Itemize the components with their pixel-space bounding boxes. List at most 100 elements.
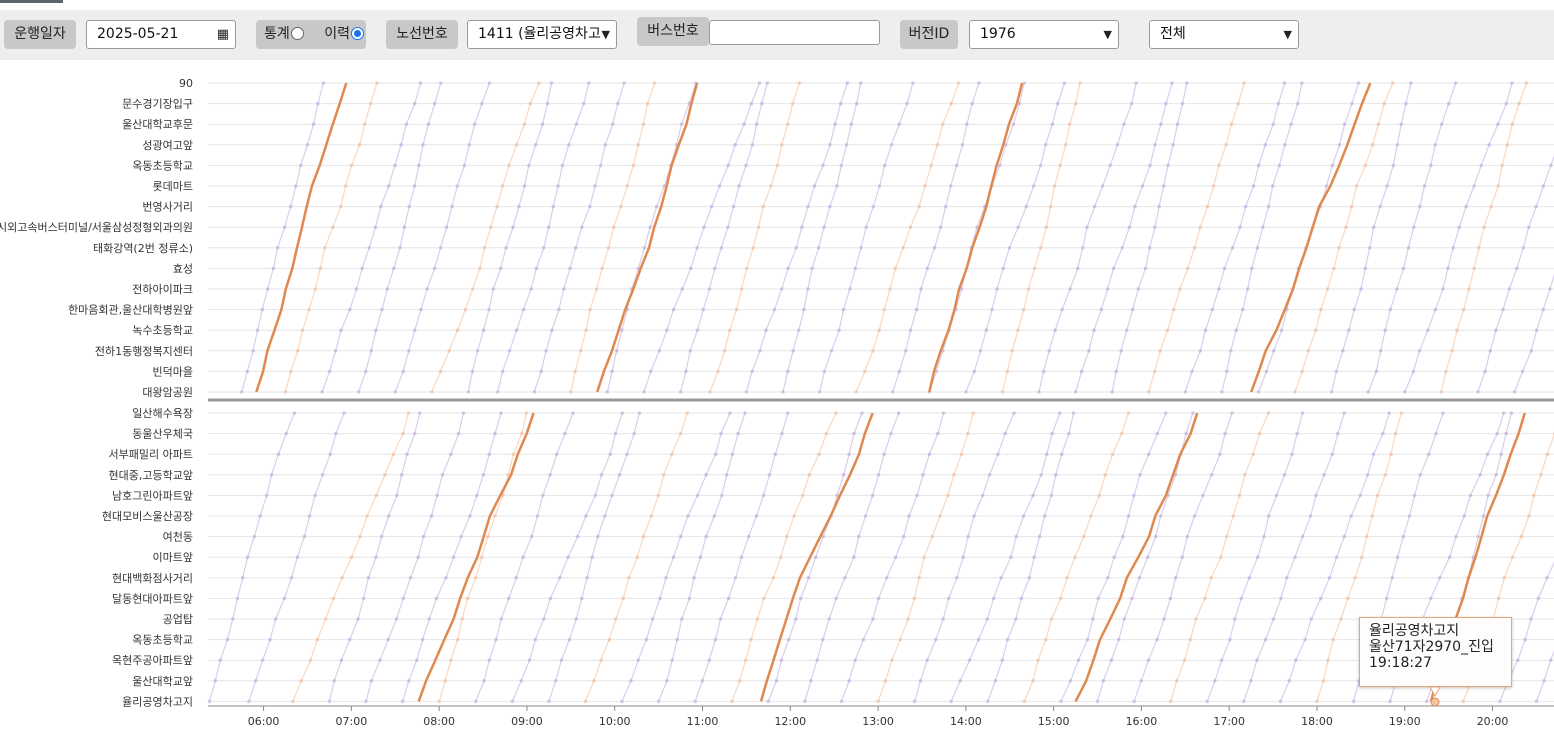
background-trip-line-point (780, 431, 784, 436)
background-trip-line-point (733, 576, 738, 580)
background-trip-line-point (754, 122, 759, 126)
background-trip-line-point (1081, 534, 1086, 539)
background-trip-line-point (1370, 514, 1375, 518)
background-trip-line-point (1529, 617, 1533, 621)
background-trip-line-point (1137, 576, 1142, 580)
background-trip-line-point (758, 349, 762, 353)
background-trip-line-point (1032, 555, 1036, 559)
background-trip-line-point (1476, 390, 1480, 394)
background-trip-line-point (603, 143, 608, 147)
mode-history-radio[interactable] (350, 26, 364, 40)
background-trip-line-point (1009, 555, 1013, 559)
background-trip-line-point (1371, 452, 1376, 457)
background-trip-line-point (481, 473, 486, 477)
background-trip-line-point (1519, 534, 1524, 539)
background-trip-line-point (806, 576, 811, 580)
background-trip-line-point (562, 287, 566, 291)
background-trip-line-point (1434, 431, 1438, 436)
stop-label: 시외고속버스터미널/서울삼성정형외과의원 (0, 221, 193, 234)
background-trip-line-point (1509, 411, 1514, 415)
background-trip-line-point (1382, 101, 1386, 106)
mode-stats-radio[interactable] (290, 26, 304, 40)
background-trip-line-point (1085, 225, 1089, 229)
date-input[interactable]: 2025-05-21 ▦ (86, 20, 236, 49)
background-trip-line-point (972, 369, 977, 374)
background-trip-line-point (744, 163, 748, 168)
background-trip-line-point (841, 307, 846, 312)
background-trip-line (497, 82, 590, 393)
stop-label: 롯데마트 (153, 180, 193, 193)
background-trip-line-point (521, 555, 525, 559)
background-trip-line-point (519, 431, 524, 436)
background-trip-line-point (1161, 184, 1166, 188)
background-trip-line-point (533, 143, 538, 147)
background-trip-line-point (1080, 246, 1085, 250)
background-trip-line-point (645, 101, 650, 106)
background-trip-line-point (1032, 266, 1037, 271)
background-trip-line-point (827, 617, 831, 621)
background-trip-line-point (1146, 452, 1151, 457)
bus-number-input[interactable] (709, 20, 880, 45)
background-trip-line (1477, 154, 1554, 393)
background-trip-line-point (295, 555, 300, 559)
background-trip-line-point (785, 122, 790, 126)
background-trip-line-point (386, 637, 391, 642)
route-select[interactable]: 1411 (율리공영차고 ▼ (467, 20, 617, 49)
background-trip-line (1440, 82, 1527, 393)
background-trip-line-point (798, 596, 803, 601)
background-trip-line-point (416, 555, 421, 559)
background-trip-line-point (575, 534, 580, 539)
background-trip-line-point (814, 555, 818, 559)
background-trip-line-point (641, 122, 646, 126)
background-trip-line-point (1153, 143, 1157, 147)
background-trip-line-point (1159, 122, 1163, 126)
background-trip-line-point (1145, 555, 1150, 559)
background-trip-line-point (1198, 349, 1203, 353)
background-trip-line-point (1418, 473, 1423, 477)
background-trip-line-point (421, 534, 426, 539)
version-select[interactable]: 1976 ▼ (969, 20, 1119, 49)
background-trip-line-point (822, 225, 826, 229)
background-trip-line-point (965, 122, 969, 126)
background-trip-line-point (1534, 699, 1539, 704)
background-trip-line-point (1532, 493, 1536, 498)
background-trip-line-point (1050, 122, 1055, 126)
chevron-down-icon: ▼ (1103, 28, 1112, 41)
x-tick-label: 20:00 (1477, 715, 1509, 728)
background-trip-line-point (1031, 679, 1035, 683)
background-trip-line-point (733, 143, 737, 147)
background-trip-line-point (1194, 617, 1198, 621)
background-trip-line-point (940, 122, 945, 126)
filter-select[interactable]: 전체 ▼ (1149, 20, 1299, 49)
background-trip-line-point (1190, 369, 1194, 374)
background-trip-line-point (1209, 473, 1214, 477)
background-trip-line-point (302, 534, 307, 539)
background-trip-line-point (1412, 493, 1417, 498)
background-trip-line-point (852, 431, 856, 436)
background-trip-line-point (1192, 246, 1197, 250)
background-trip-line-point (1496, 184, 1501, 188)
background-trip-line-point (430, 390, 434, 394)
background-trip-line-point (1327, 576, 1332, 580)
background-trip-line-point (614, 617, 618, 621)
background-trip-line-point (566, 555, 570, 559)
background-trip-line-point (1068, 679, 1073, 683)
calendar-icon[interactable]: ▦ (217, 21, 229, 48)
background-trip-line-point (386, 184, 391, 188)
background-trip-line-point (1303, 637, 1307, 642)
background-trip-line-point (401, 596, 406, 601)
background-trip-line-point (507, 163, 511, 168)
background-trip-line-point (786, 637, 791, 642)
bus-timetable-chart[interactable]: 90문수경기장입구울산대학교후문성광여고앞옥동초등학교롯데마트번영사거리시외고속… (0, 60, 1554, 740)
background-trip-line-point (260, 307, 265, 312)
background-trip-line-point (1182, 658, 1187, 662)
background-trip-line-point (369, 349, 374, 353)
background-trip-line-point (644, 637, 649, 642)
background-trip-line-point (863, 514, 868, 518)
background-trip-line-point (707, 287, 712, 291)
background-trip-line-point (978, 349, 983, 353)
background-trip-line-point (413, 101, 417, 106)
background-trip-line-point (779, 658, 784, 662)
filter-value: 전체 (1160, 26, 1186, 42)
stop-label: 남호그린아파트앞 (112, 489, 193, 502)
